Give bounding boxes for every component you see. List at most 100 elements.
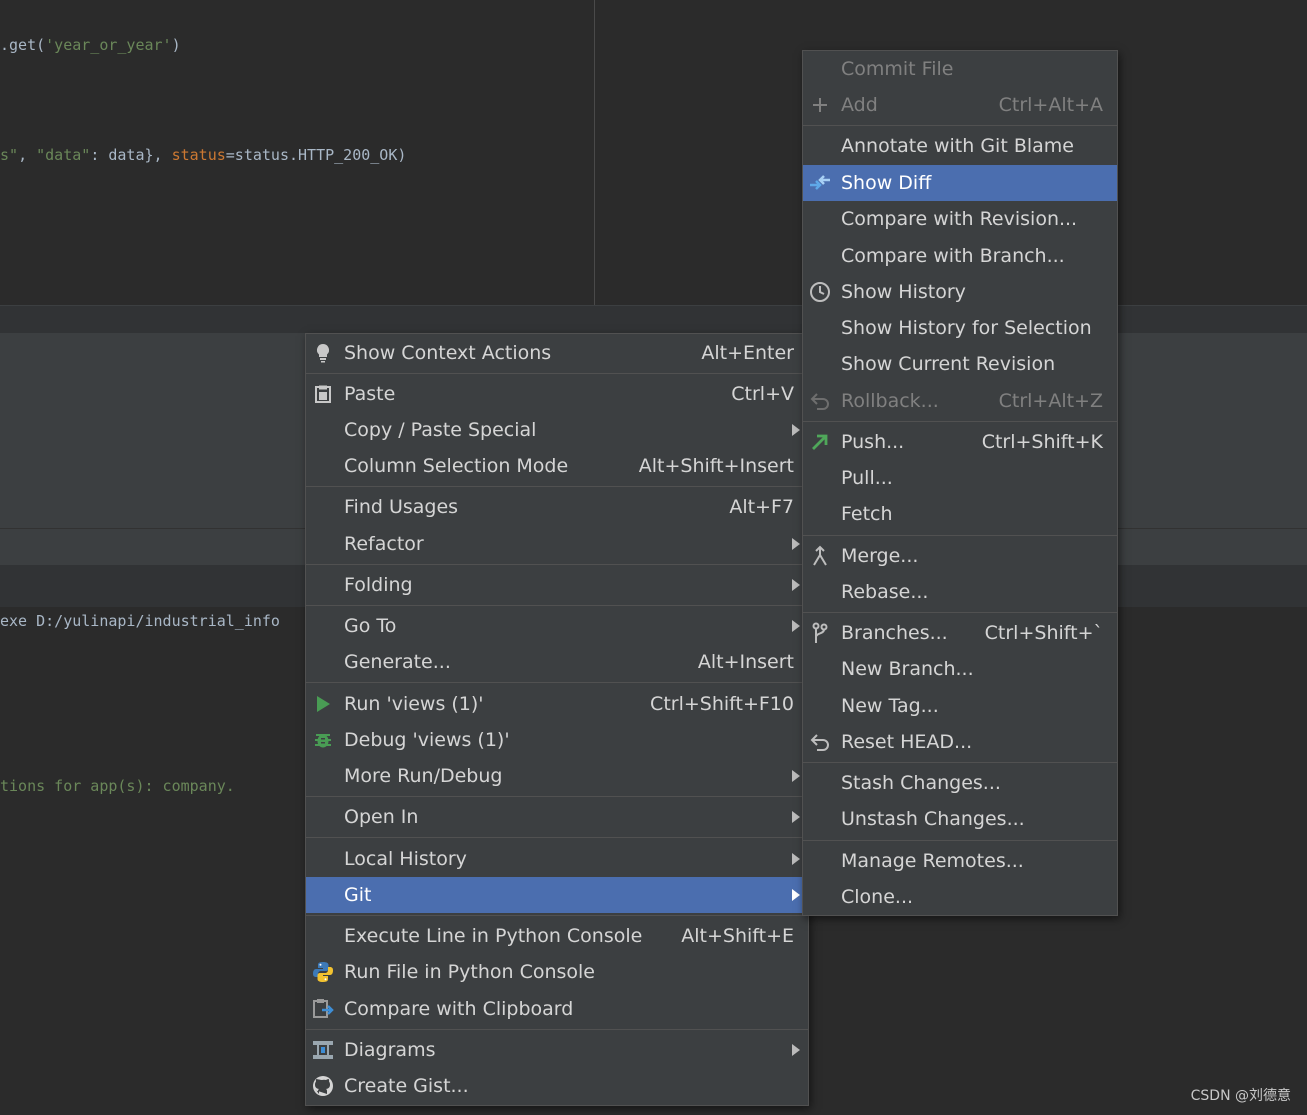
menu-item-label: Show Current Revision (841, 353, 1056, 375)
menu-item-shortcut: Alt+Shift+Insert (638, 455, 794, 477)
watermark: CSDN @刘德意 (1190, 1088, 1291, 1104)
git-item-rollback[interactable]: Rollback... Ctrl+Alt+Z (803, 383, 1117, 419)
menu-item-label: Local History (344, 848, 467, 870)
menu-item-local-history[interactable]: Local History (306, 841, 808, 877)
menu-item-debug[interactable]: Debug 'views (1)' (306, 722, 808, 758)
menu-item-copy-paste-special[interactable]: Copy / Paste Special (306, 412, 808, 448)
menu-separator (306, 605, 808, 606)
menu-item-label: Create Gist... (344, 1075, 469, 1097)
menu-item-show-context-actions[interactable]: Show Context Actions Alt+Enter (306, 335, 808, 371)
python-icon (312, 961, 334, 983)
git-item-pull[interactable]: Pull... (803, 460, 1117, 496)
git-item-new-tag[interactable]: New Tag... (803, 688, 1117, 724)
editor-context-menu: Show Context Actions Alt+Enter Paste Ctr… (305, 333, 809, 1106)
git-item-new-branch[interactable]: New Branch... (803, 651, 1117, 687)
menu-item-label: Run 'views (1)' (344, 693, 484, 715)
menu-item-compare-with-clipboard[interactable]: Compare with Clipboard (306, 991, 808, 1027)
menu-separator (803, 840, 1117, 841)
submenu-arrow-icon (792, 811, 800, 823)
menu-item-run[interactable]: Run 'views (1)' Ctrl+Shift+F10 (306, 686, 808, 722)
menu-item-label: Fetch (841, 503, 893, 525)
git-item-reset-head[interactable]: Reset HEAD... (803, 724, 1117, 760)
git-item-show-diff[interactable]: Show Diff (803, 165, 1117, 201)
git-item-commit-file[interactable]: Commit File (803, 51, 1117, 87)
git-item-stash-changes[interactable]: Stash Changes... (803, 765, 1117, 801)
menu-item-git[interactable]: Git (306, 877, 808, 913)
git-item-annotate-blame[interactable]: Annotate with Git Blame (803, 128, 1117, 164)
menu-item-shortcut: Ctrl+Shift+F10 (650, 693, 794, 715)
code-text: , (18, 146, 37, 164)
menu-item-shortcut: Ctrl+Shift+` (984, 622, 1103, 644)
git-item-clone[interactable]: Clone... (803, 879, 1117, 915)
git-item-rebase[interactable]: Rebase... (803, 574, 1117, 610)
menu-item-shortcut: Ctrl+Shift+K (981, 431, 1103, 453)
git-item-compare-revision[interactable]: Compare with Revision... (803, 201, 1117, 237)
git-submenu: Commit File Add Ctrl+Alt+A Annotate with… (802, 50, 1118, 916)
menu-item-label: Find Usages (344, 496, 459, 518)
git-item-show-current-revision[interactable]: Show Current Revision (803, 346, 1117, 382)
menu-item-label: Merge... (841, 545, 919, 567)
menu-item-label: Clone... (841, 886, 914, 908)
editor-right-margin (594, 0, 595, 333)
menu-item-label: Compare with Clipboard (344, 998, 574, 1020)
diagram-icon (312, 1039, 334, 1061)
menu-item-label: Open In (344, 806, 419, 828)
git-item-unstash-changes[interactable]: Unstash Changes... (803, 801, 1117, 837)
code-line-2: s", "data": data}, status=status.HTTP_20… (0, 146, 406, 164)
menu-item-label: Rollback... (841, 390, 939, 412)
menu-item-label: Execute Line in Python Console (344, 925, 643, 947)
clipboard-icon (312, 383, 334, 405)
menu-item-label: Reset HEAD... (841, 731, 973, 753)
menu-item-label: Copy / Paste Special (344, 419, 537, 441)
menu-item-label: Compare with Branch... (841, 245, 1065, 267)
git-item-manage-remotes[interactable]: Manage Remotes... (803, 843, 1117, 879)
menu-separator (306, 837, 808, 838)
menu-item-label: Push... (841, 431, 905, 453)
menu-item-label: Git (344, 884, 372, 906)
menu-separator (803, 535, 1117, 536)
menu-item-shortcut: Ctrl+Alt+Z (998, 390, 1103, 412)
menu-item-create-gist[interactable]: Create Gist... (306, 1068, 808, 1104)
git-item-merge[interactable]: Merge... (803, 538, 1117, 574)
git-item-fetch[interactable]: Fetch (803, 496, 1117, 532)
menu-item-label: Show Context Actions (344, 342, 552, 364)
menu-item-shortcut: Alt+Insert (697, 651, 794, 673)
menu-item-more-run-debug[interactable]: More Run/Debug (306, 758, 808, 794)
code-text: .get( (0, 36, 46, 54)
git-item-show-history-selection[interactable]: Show History for Selection (803, 310, 1117, 346)
menu-item-label: Folding (344, 574, 413, 596)
submenu-arrow-icon (792, 579, 800, 591)
menu-item-refactor[interactable]: Refactor (306, 526, 808, 562)
menu-item-generate[interactable]: Generate... Alt+Insert (306, 644, 808, 680)
menu-item-execute-line-python-console[interactable]: Execute Line in Python Console Alt+Shift… (306, 918, 808, 954)
menu-item-open-in[interactable]: Open In (306, 799, 808, 835)
menu-item-label: Generate... (344, 651, 451, 673)
menu-item-run-file-python-console[interactable]: Run File in Python Console (306, 954, 808, 990)
menu-item-shortcut: Ctrl+Alt+A (998, 94, 1103, 116)
code-text: : data}, (90, 146, 172, 164)
code-string: s" (0, 146, 19, 164)
git-item-branches[interactable]: Branches... Ctrl+Shift+` (803, 615, 1117, 651)
run-icon (312, 693, 334, 715)
console-line-1: exe D:/yulinapi/industrial_info (0, 612, 280, 630)
undo-icon (809, 390, 831, 412)
menu-item-label: Stash Changes... (841, 772, 1001, 794)
menu-item-find-usages[interactable]: Find Usages Alt+F7 (306, 489, 808, 525)
menu-separator (803, 762, 1117, 763)
menu-item-label: Pull... (841, 467, 893, 489)
menu-item-folding[interactable]: Folding (306, 567, 808, 603)
push-arrow-icon (809, 431, 831, 453)
menu-item-diagrams[interactable]: Diagrams (306, 1032, 808, 1068)
git-item-compare-branch[interactable]: Compare with Branch... (803, 238, 1117, 274)
git-item-show-history[interactable]: Show History (803, 274, 1117, 310)
menu-item-go-to[interactable]: Go To (306, 608, 808, 644)
menu-item-label: New Tag... (841, 695, 939, 717)
menu-item-column-selection-mode[interactable]: Column Selection Mode Alt+Shift+Insert (306, 448, 808, 484)
menu-item-label: New Branch... (841, 658, 974, 680)
git-item-push[interactable]: Push... Ctrl+Shift+K (803, 424, 1117, 460)
menu-item-label: Rebase... (841, 581, 929, 603)
code-string: "data" (36, 146, 91, 164)
menu-item-paste[interactable]: Paste Ctrl+V (306, 376, 808, 412)
menu-item-label: Column Selection Mode (344, 455, 569, 477)
git-item-add[interactable]: Add Ctrl+Alt+A (803, 87, 1117, 123)
